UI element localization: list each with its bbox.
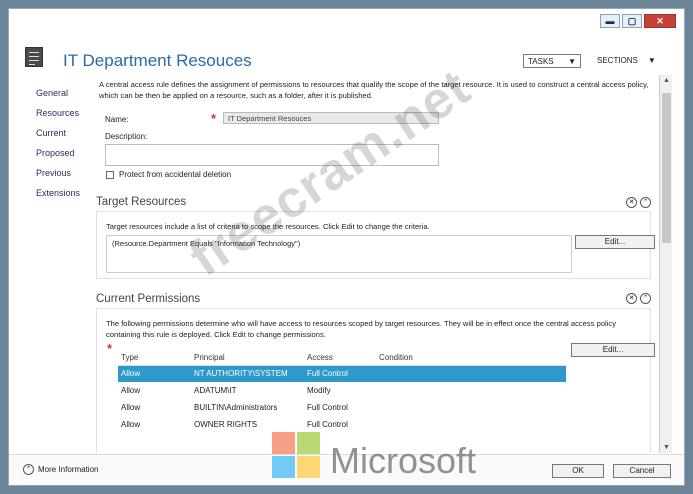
table-row[interactable]: Allow NT AUTHORITY\SYSTEM Full Control [118,365,566,382]
close-section-icon[interactable]: ✕ [626,293,637,304]
sections-label: SECTIONS [597,56,638,65]
sections-dropdown[interactable]: SECTIONS ▼ [597,56,656,65]
cell-principal: BUILTIN\Administrators [194,403,278,412]
cell-access: Modify [307,386,331,395]
window: ▬ ▢ ✕ IT Department Resouces TASKS ▼ SEC… [8,8,685,486]
table-header-row: Type Principal Access Condition [118,351,566,366]
cell-access: Full Control [307,403,348,412]
cell-condition [376,399,566,416]
maximize-button[interactable]: ▢ [622,14,642,28]
cell-condition [376,365,566,382]
table-row[interactable]: Allow ADATUM\IT Modify [118,382,566,399]
scroll-up-icon[interactable]: ▲ [660,77,673,84]
target-resources-controls: ✕ ⌃ [626,197,651,208]
current-permissions-description: The following permissions determine who … [106,319,617,339]
column-header-condition[interactable]: Condition [376,351,566,366]
nav-current[interactable]: Current [36,123,80,143]
protect-label: Protect from accidental deletion [119,170,232,179]
more-information-toggle[interactable]: ⌃ More Information [23,464,98,475]
vertical-scrollbar[interactable]: ▲ ▼ [659,75,672,453]
edit-permissions-button[interactable]: Edit... [571,343,655,357]
minimize-button[interactable]: ▬ [600,14,620,28]
table-row[interactable]: Allow OWNER RIGHTS Full Control [118,416,566,433]
current-permissions-heading: Current Permissions [96,293,201,305]
cell-access: Full Control [304,365,376,382]
close-section-icon[interactable]: ✕ [626,197,637,208]
name-label: Name: [105,115,129,124]
column-header-access[interactable]: Access [304,351,376,366]
nav-general[interactable]: General [36,83,80,103]
tasks-dropdown[interactable]: TASKS ▼ [523,54,581,68]
current-permissions-controls: ✕ ⌃ [626,293,651,304]
nav-proposed[interactable]: Proposed [36,143,80,163]
edit-criteria-button[interactable]: Edit... [575,235,655,249]
column-header-type[interactable]: Type [118,351,191,366]
collapse-section-icon[interactable]: ⌃ [640,197,651,208]
column-header-principal[interactable]: Principal [191,351,304,366]
window-controls: ▬ ▢ ✕ [600,14,676,28]
cell-principal: OWNER RIGHTS [194,420,258,429]
cell-type: Allow [121,403,141,412]
general-intro: A central access rule defines the assign… [99,80,649,100]
collapse-section-icon[interactable]: ⌃ [640,293,651,304]
table-row[interactable]: Allow BUILTIN\Administrators Full Contro… [118,399,566,416]
required-marker: * [211,111,217,126]
expand-icon: ⌃ [23,464,34,475]
description-label: Description: [105,132,148,141]
cell-access: Full Control [307,420,348,429]
permissions-table: Type Principal Access Condition Allow NT… [118,351,566,433]
app-menu-icon[interactable] [25,47,43,67]
cell-type: Allow [118,365,191,382]
cell-type: Allow [121,420,141,429]
tasks-label: TASKS [528,56,554,66]
chevron-down-icon: ▼ [568,56,576,66]
section-nav: General Resources Current Proposed Previ… [36,83,80,203]
close-button[interactable]: ✕ [644,14,676,28]
target-resources-heading: Target Resources [96,196,187,208]
criteria-box: (Resource.Department Equals "Information… [106,235,572,273]
nav-extensions[interactable]: Extensions [36,183,80,203]
scroll-down-icon[interactable]: ▼ [660,444,673,451]
cell-condition [376,382,566,399]
ok-button[interactable]: OK [552,464,604,478]
nav-previous[interactable]: Previous [36,163,80,183]
cell-principal: NT AUTHORITY\SYSTEM [191,365,304,382]
scrollbar-thumb[interactable] [662,93,671,243]
required-marker: * [107,341,113,356]
protect-checkbox[interactable] [106,171,114,179]
cell-condition [376,416,566,433]
cell-type: Allow [121,386,141,395]
cell-principal: ADATUM\IT [194,386,237,395]
page-title: IT Department Resouces [63,51,252,70]
chevron-down-icon: ▼ [647,56,656,65]
brand-watermark: Microsoft [330,440,477,481]
cancel-button[interactable]: Cancel [613,464,671,478]
microsoft-logo-icon [272,432,322,480]
more-information-label: More Information [38,465,99,474]
nav-resources[interactable]: Resources [36,103,80,123]
